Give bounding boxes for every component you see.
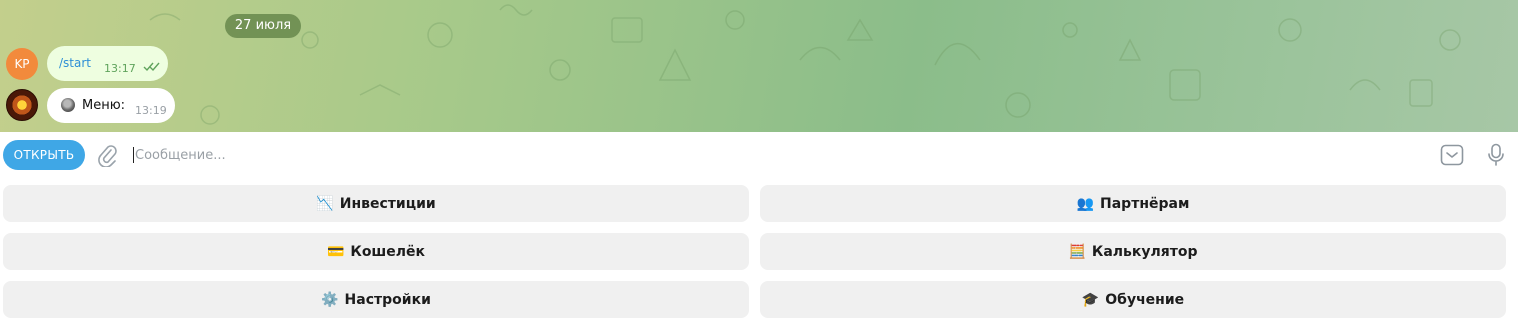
keyboard-button-label: Настройки <box>344 291 431 308</box>
user-avatar[interactable]: KP <box>6 48 38 80</box>
double-check-icon <box>143 62 160 72</box>
keyboard-button-label: Калькулятор <box>1091 243 1198 260</box>
composer: ОТКРЫТЬ <box>0 132 1518 178</box>
command-link[interactable]: /start <box>59 56 91 70</box>
chart-decreasing-icon: 📉 <box>316 195 334 212</box>
incoming-message: Меню: 13:19 <box>47 88 175 123</box>
bot-avatar[interactable] <box>6 89 38 121</box>
outgoing-message: /start 13:17 <box>47 46 168 81</box>
keyboard-button-label: Партнёрам <box>1100 195 1190 212</box>
keyboard-button-label: Кошелёк <box>350 243 426 260</box>
keyboard-button-partners[interactable]: 👥 Партнёрам <box>760 185 1506 222</box>
text-cursor <box>133 147 134 163</box>
graduation-cap-icon: 🎓 <box>1081 291 1100 308</box>
paperclip-icon[interactable] <box>96 143 118 167</box>
bot-keyboard-toggle-icon[interactable] <box>1440 144 1464 166</box>
keyboard-button-settings[interactable]: ⚙️ Настройки <box>3 281 749 318</box>
keyboard-button-calculator[interactable]: 🧮 Калькулятор <box>760 233 1506 270</box>
keyboard-button-label: Инвестиции <box>339 195 436 212</box>
keyboard-button-wallet[interactable]: 💳 Кошелёк <box>3 233 749 270</box>
black-circle-button-icon <box>61 98 75 112</box>
credit-card-icon: 💳 <box>326 243 345 260</box>
message-input[interactable] <box>135 143 1415 167</box>
gear-icon: ⚙️ <box>321 291 339 308</box>
keyboard-button-label: Обучение <box>1105 291 1185 308</box>
chat-background: 27 июля KP /start 13:17 Меню: 13:19 <box>0 0 1518 132</box>
people-icon: 👥 <box>1076 195 1095 212</box>
keyboard-button-education[interactable]: 🎓 Обучение <box>760 281 1506 318</box>
message-time: 13:19 <box>135 104 167 117</box>
message-text: Меню: <box>82 98 126 113</box>
keyboard-button-investments[interactable]: 📉 Инвестиции <box>3 185 749 222</box>
message-time: 13:17 <box>104 62 136 75</box>
abacus-icon: 🧮 <box>1068 243 1086 260</box>
open-web-app-button[interactable]: ОТКРЫТЬ <box>3 140 85 170</box>
date-separator: 27 июля <box>225 14 301 38</box>
microphone-icon[interactable] <box>1486 143 1506 167</box>
